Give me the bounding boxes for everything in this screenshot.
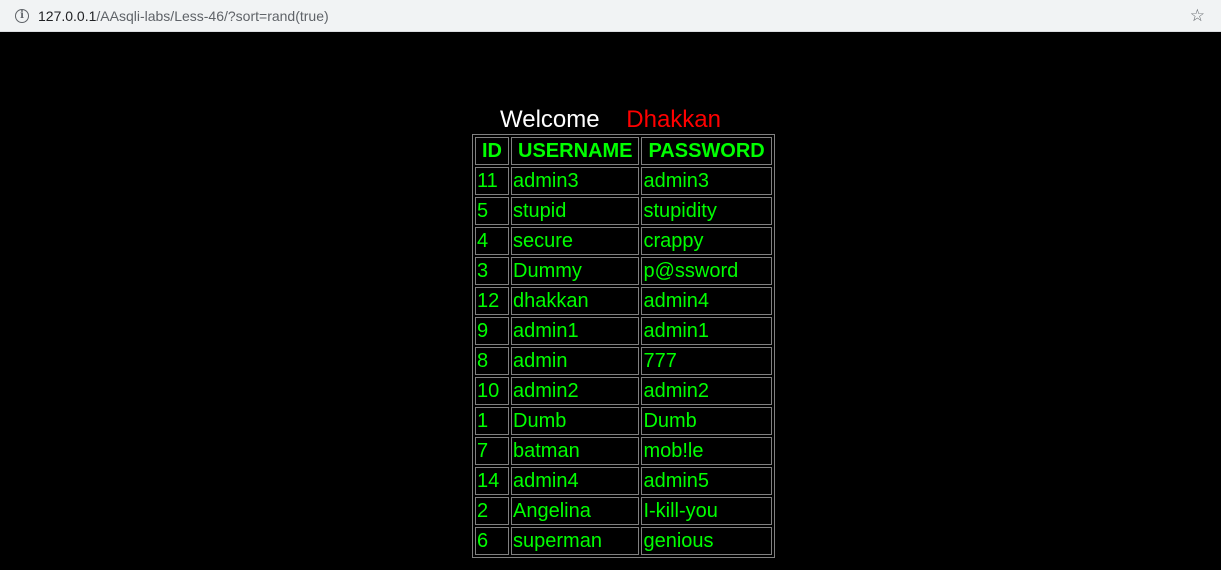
header-password: PASSWORD [641, 137, 772, 165]
cell-id: 3 [475, 257, 509, 285]
cell-username: admin4 [511, 467, 640, 495]
cell-password: I-kill-you [641, 497, 772, 525]
table-row: 8 admin 777 [475, 347, 772, 375]
cell-username: Dummy [511, 257, 640, 285]
cell-id: 6 [475, 527, 509, 555]
cell-password: p@ssword [641, 257, 772, 285]
cell-id: 5 [475, 197, 509, 225]
url-text[interactable]: 127.0.0.1/AAsqli-labs/Less-46/?sort=rand… [38, 8, 329, 24]
cell-password: admin3 [641, 167, 772, 195]
table-row: 1 Dumb Dumb [475, 407, 772, 435]
cell-password: admin4 [641, 287, 772, 315]
cell-username: admin2 [511, 377, 640, 405]
header-id: ID [475, 137, 509, 165]
star-icon[interactable]: ☆ [1190, 6, 1205, 26]
cell-password: admin1 [641, 317, 772, 345]
cell-id: 14 [475, 467, 509, 495]
welcome-name: Dhakkan [626, 106, 721, 133]
header-username: USERNAME [511, 137, 640, 165]
cell-id: 10 [475, 377, 509, 405]
table-row: 2 Angelina I-kill-you [475, 497, 772, 525]
table-row: 11 admin3 admin3 [475, 167, 772, 195]
table-row: 7 batman mob!le [475, 437, 772, 465]
table-row: 14 admin4 admin5 [475, 467, 772, 495]
table-row: 4 secure crappy [475, 227, 772, 255]
cell-password: admin5 [641, 467, 772, 495]
table-row: 6 superman genious [475, 527, 772, 555]
cell-password: stupidity [641, 197, 772, 225]
cell-username: admin1 [511, 317, 640, 345]
cell-password: 777 [641, 347, 772, 375]
table-header-row: ID USERNAME PASSWORD [475, 137, 772, 165]
cell-password: admin2 [641, 377, 772, 405]
cell-id: 1 [475, 407, 509, 435]
welcome-heading: Welcome Dhakkan [0, 105, 1221, 135]
url-host: 127.0.0.1 [38, 7, 97, 24]
cell-username: secure [511, 227, 640, 255]
cell-id: 11 [475, 167, 509, 195]
cell-username: dhakkan [511, 287, 640, 315]
cell-username: admin3 [511, 167, 640, 195]
users-table: ID USERNAME PASSWORD 11 admin3 admin3 5 stup… [472, 134, 775, 558]
welcome-greeting: Welcome [500, 106, 600, 133]
url-path: /AAsqli-labs/Less-46/?sort=rand(true) [96, 7, 329, 24]
cell-password: mob!le [641, 437, 772, 465]
table-row: 5 stupid stupidity [475, 197, 772, 225]
cell-username: batman [511, 437, 640, 465]
cell-id: 4 [475, 227, 509, 255]
cell-id: 8 [475, 347, 509, 375]
cell-id: 2 [475, 497, 509, 525]
cell-password: genious [641, 527, 772, 555]
cell-username: superman [511, 527, 640, 555]
cell-password: Dumb [641, 407, 772, 435]
address-bar[interactable]: i 127.0.0.1/AAsqli-labs/Less-46/?sort=ra… [0, 0, 1221, 32]
info-icon[interactable]: i [15, 8, 29, 23]
table-row: 12 dhakkan admin4 [475, 287, 772, 315]
cell-username: Angelina [511, 497, 640, 525]
cell-password: crappy [641, 227, 772, 255]
table-row: 3 Dummy p@ssword [475, 257, 772, 285]
table-row: 9 admin1 admin1 [475, 317, 772, 345]
cell-username: admin [511, 347, 640, 375]
cell-id: 7 [475, 437, 509, 465]
cell-id: 9 [475, 317, 509, 345]
table-row: 10 admin2 admin2 [475, 377, 772, 405]
cell-username: stupid [511, 197, 640, 225]
cell-username: Dumb [511, 407, 640, 435]
cell-id: 12 [475, 287, 509, 315]
page-content: Welcome Dhakkan ID USERNAME PASSWORD 11 a… [0, 33, 1221, 570]
